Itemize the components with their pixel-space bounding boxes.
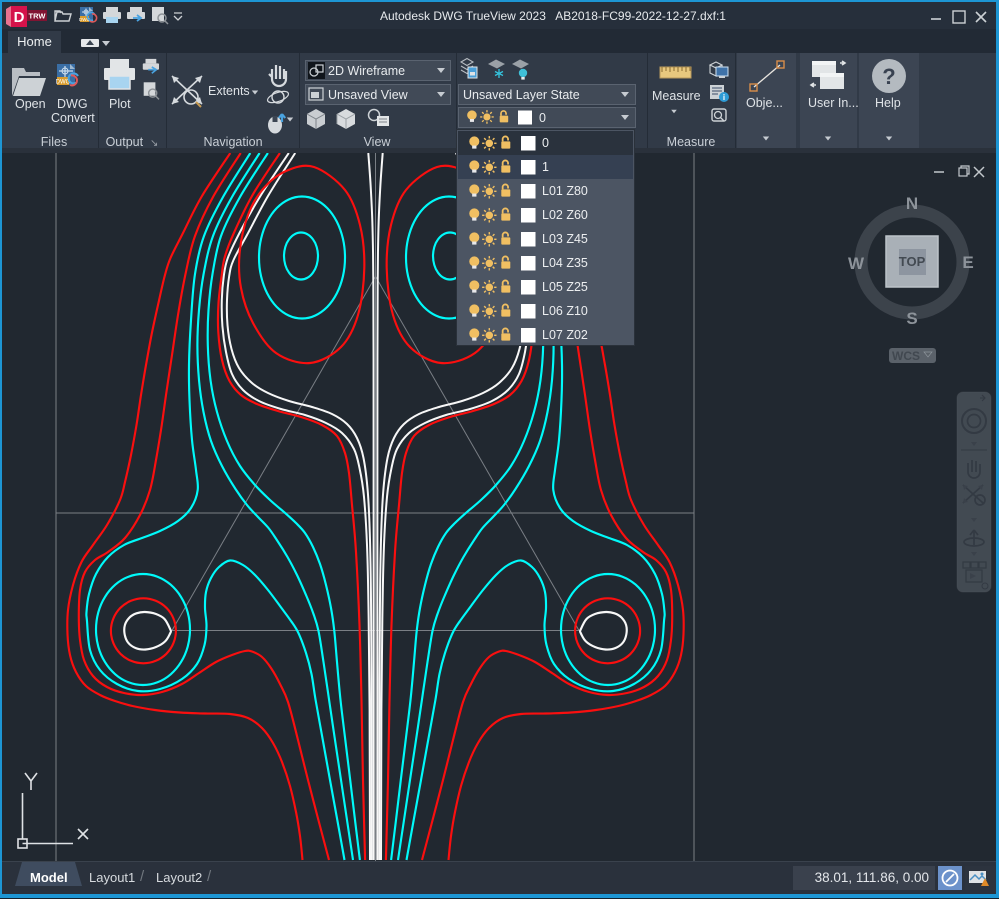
svg-text:WCS: WCS [892, 349, 920, 363]
svg-text:TRW: TRW [29, 12, 47, 21]
svg-text:?: ? [882, 64, 895, 89]
svg-text:W: W [848, 254, 865, 273]
svg-text:i: i [723, 93, 725, 102]
svg-text:D: D [14, 9, 25, 26]
svg-text:TOP: TOP [899, 254, 926, 269]
svg-text:N: N [906, 194, 918, 213]
svg-text:S: S [906, 309, 917, 328]
svg-text:E: E [962, 253, 973, 272]
